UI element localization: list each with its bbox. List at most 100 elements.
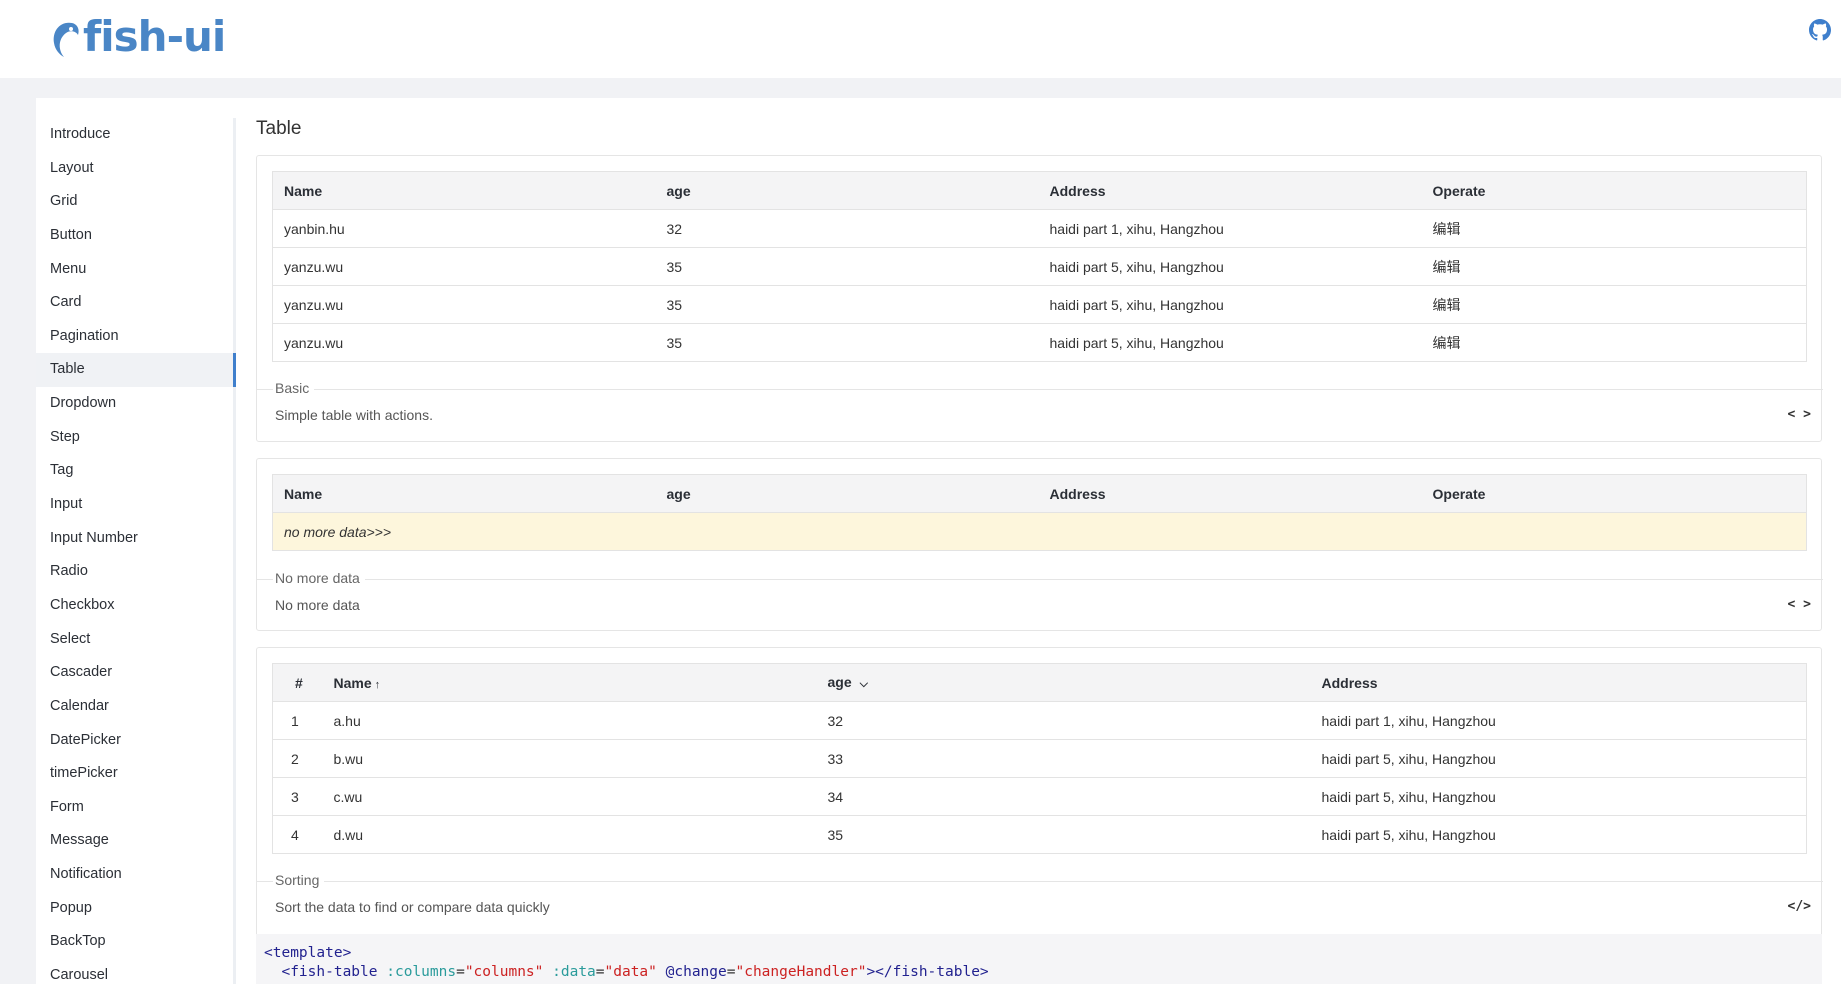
sidebar-item-input-number[interactable]: Input Number — [36, 522, 233, 556]
cell-address: haidi part 5, xihu, Hangzhou — [1038, 247, 1422, 286]
github-icon[interactable] — [1809, 19, 1831, 46]
main-panel: Introduce Layout Grid Button Menu Card Paginat… — [36, 98, 1841, 984]
sidebar-nav: Introduce Layout Grid Button Menu Card Paginat… — [36, 118, 236, 984]
cell-name: a.hu — [322, 701, 817, 740]
sidebar-item-checkbox[interactable]: Checkbox — [36, 589, 233, 623]
edit-link[interactable]: 编辑 — [1422, 324, 1807, 362]
sidebar-item-message[interactable]: Message — [36, 824, 233, 858]
sidebar-item-backtop[interactable]: BackTop — [36, 925, 233, 959]
cell-index: 1 — [272, 701, 323, 740]
cell-name: d.wu — [333, 826, 364, 843]
sidebar-item-button[interactable]: Button — [36, 219, 233, 253]
cell-age: 32 — [655, 209, 1039, 248]
sidebar-item-pagination[interactable]: Pagination — [36, 320, 233, 354]
demo-meta: No more data No more data < > — [257, 570, 1823, 613]
sidebar-item-form[interactable]: Form — [36, 791, 233, 825]
sidebar-item-input[interactable]: Input — [36, 488, 233, 522]
cell-age: 35 — [655, 247, 1039, 286]
sidebar-item-datepicker[interactable]: DatePicker — [36, 724, 233, 758]
col-age-sortable[interactable]: age ⌵ — [816, 663, 1311, 702]
sidebar-item-card[interactable]: Card — [36, 286, 233, 320]
sidebar-item-carousel[interactable]: Carousel — [36, 959, 233, 984]
meta-description: No more data — [275, 597, 360, 613]
code-template-open: <template> — [264, 945, 352, 961]
col-age: age — [655, 474, 1039, 513]
col-address: Address — [1038, 171, 1422, 210]
meta-title: Sorting — [273, 872, 325, 888]
edit-link[interactable]: 编辑 — [1421, 285, 1807, 324]
cell-age: 34 — [816, 777, 1311, 816]
empty-table: Name age Address Operate no more data>>> — [272, 474, 1807, 551]
edit-link[interactable]: 编辑 — [1421, 209, 1807, 248]
sidebar-item-popup[interactable]: Popup — [36, 892, 233, 926]
demo-meta: Sorting Sort the data to find or compare… — [257, 872, 1823, 915]
col-operate: Operate — [1421, 474, 1807, 513]
cell-address: haidi part 5, xihu, Hangzhou — [1310, 777, 1807, 816]
col-age-label: age — [827, 674, 852, 690]
basic-table: Name age Address Operate yanbin.hu 32 haid… — [272, 171, 1807, 362]
fish-logo-icon — [53, 22, 79, 57]
demo-meta: Basic Simple table with actions. < > — [257, 380, 1823, 423]
col-address: Address — [1310, 663, 1807, 702]
table-row: 1 a.hu 32 haidi part 1, xihu, Hangzhou — [272, 701, 1807, 740]
sidebar-item-grid[interactable]: Grid — [36, 185, 233, 219]
table-row: yanzu.wu 35 haidi part 5, xihu, Hangzhou 编辑 — [273, 324, 1807, 362]
code-component-open: <fish-table — [281, 964, 378, 980]
cell-name: yanzu.wu — [272, 285, 656, 324]
sidebar-item-step[interactable]: Step — [36, 421, 233, 455]
code-toggle-icon[interactable]: < > — [1788, 407, 1811, 422]
top-header: fish-ui — [0, 0, 1841, 78]
logo[interactable]: fish-ui — [50, 12, 226, 61]
sidebar-item-tag[interactable]: Tag — [36, 454, 233, 488]
code-toggle-icon[interactable]: </> — [1788, 899, 1811, 914]
table-row: yanbin.hu 32 haidi part 1, xihu, Hangzhou 编… — [272, 209, 1807, 248]
sidebar-item-calendar[interactable]: Calendar — [36, 690, 233, 724]
sidebar-item-menu[interactable]: Menu — [36, 253, 233, 287]
meta-title: No more data — [273, 570, 365, 586]
sidebar-item-introduce[interactable]: Introduce — [36, 118, 233, 152]
cell-address: haidi part 5, xihu, Hangzhou — [1310, 739, 1807, 778]
sidebar-item-dropdown[interactable]: Dropdown — [36, 387, 233, 421]
sort-asc-icon[interactable]: ↑ — [375, 679, 381, 691]
sidebar-item-select[interactable]: Select — [36, 623, 233, 657]
code-attr-columns: :columns — [386, 964, 457, 980]
cell-name: b.wu — [322, 739, 817, 778]
sidebar-item-layout[interactable]: Layout — [36, 152, 233, 186]
no-data-text: no more data>>> — [272, 512, 1807, 551]
cell-index: 4 — [291, 826, 299, 843]
demo-no-data: Name age Address Operate no more data>>>… — [256, 458, 1823, 631]
sidebar-item-cascader[interactable]: Cascader — [36, 656, 233, 690]
col-address: Address — [1038, 474, 1422, 513]
col-name-label: Name — [333, 674, 372, 691]
edit-link[interactable]: 编辑 — [1421, 247, 1807, 286]
sidebar-item-radio[interactable]: Radio — [36, 555, 233, 589]
cell-name: yanbin.hu — [272, 209, 656, 248]
col-name: Name — [272, 171, 656, 210]
logo-text: fish-ui — [83, 12, 226, 61]
meta-description: Simple table with actions. — [275, 407, 433, 423]
cell-address: haidi part 5, xihu, Hangzhou — [1321, 826, 1496, 843]
table-row: 2 b.wu 33 haidi part 5, xihu, Hangzhou — [272, 739, 1807, 778]
cell-age: 35 — [655, 285, 1039, 324]
code-block: <template> <fish-table :columns="columns… — [256, 934, 1822, 984]
cell-address: haidi part 1, xihu, Hangzhou — [1038, 209, 1422, 248]
code-val-change: "changeHandler" — [735, 964, 867, 980]
col-age: age — [655, 171, 1039, 210]
sidebar-item-timepicker[interactable]: timePicker — [36, 757, 233, 791]
sidebar-item-notification[interactable]: Notification — [36, 858, 233, 892]
sorting-table: # Name ↑ age ⌵ Address 1 a.hu 32 haidi part 1… — [272, 663, 1807, 854]
table-row: yanzu.wu 35 haidi part 5, xihu, Hangzhou 编辑 — [272, 285, 1807, 324]
cell-index: 3 — [272, 777, 323, 816]
col-operate: Operate — [1421, 171, 1807, 210]
no-data-row: no more data>>> — [272, 512, 1807, 551]
sort-chevron-down-icon[interactable]: ⌵ — [860, 678, 868, 690]
code-toggle-icon[interactable]: < > — [1788, 597, 1811, 612]
table-row: 4 d.wu 35 haidi part 5, xihu, Hangzhou — [273, 816, 1807, 854]
cell-name: yanzu.wu — [272, 247, 656, 286]
cell-age: 35 — [666, 334, 683, 351]
sidebar-item-table[interactable]: Table — [36, 353, 236, 388]
col-name-sortable[interactable]: Name ↑ — [322, 663, 817, 702]
cell-name: yanzu.wu — [284, 334, 344, 351]
table-header-row: # Name ↑ age ⌵ Address — [272, 663, 1807, 702]
col-index: # — [272, 663, 323, 702]
